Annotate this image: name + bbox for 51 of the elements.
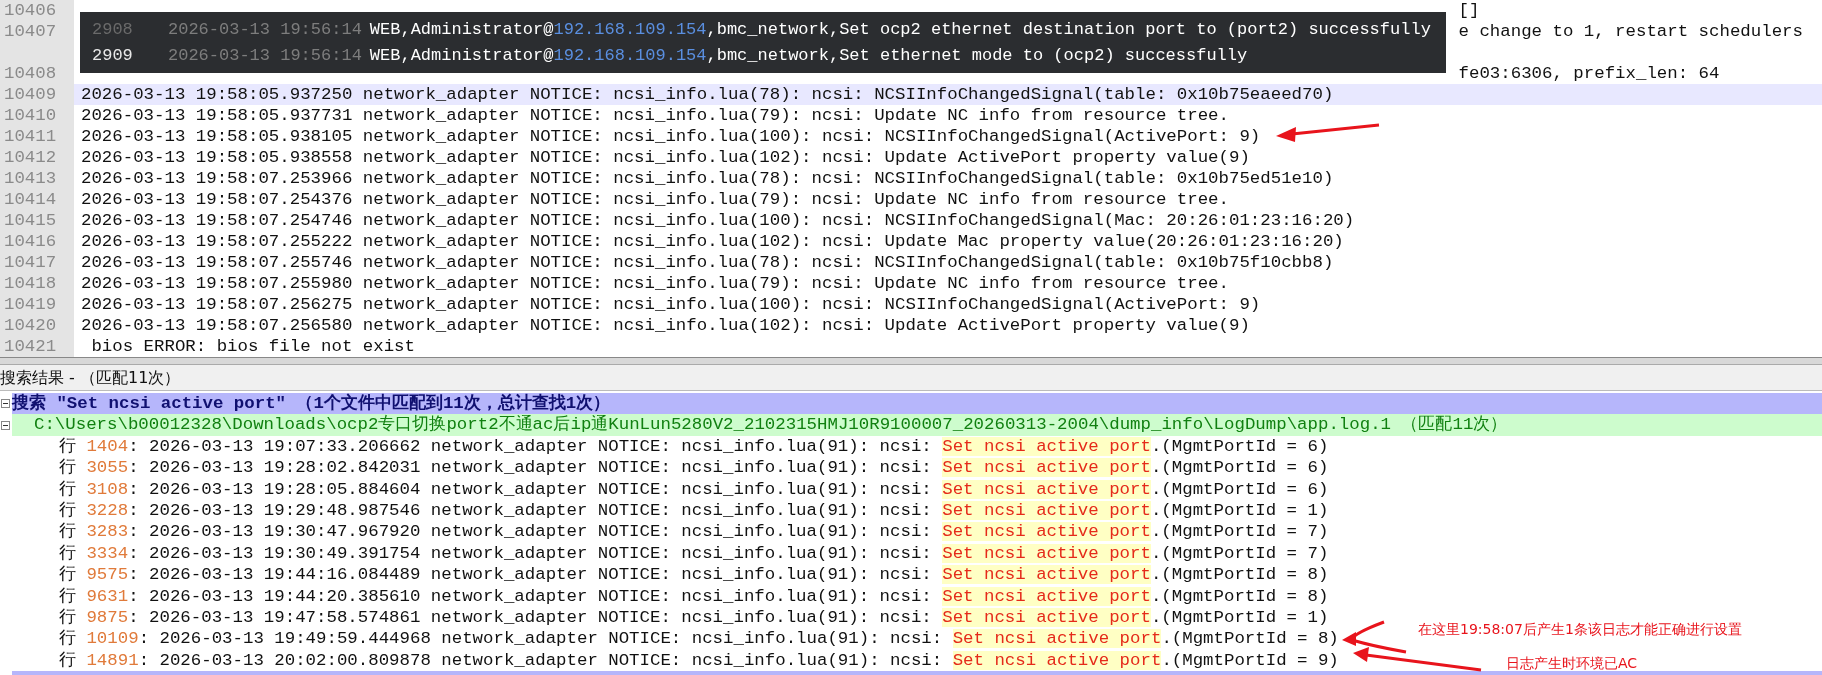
search-result-row[interactable]: 行 3283: 2026-03-13 19:30:47.967920 network_adapter NOTICE: ncsi_info.lua(91): ncsi: Set ncsi active port.(MgmtPortId = 7) [0, 521, 1822, 543]
timestamp: 2026-03-13 19:56:14 [168, 19, 362, 41]
log-line: fe03:6306, prefix_len: 64 [1458, 63, 1720, 84]
search-result-row[interactable]: 行 3108: 2026-03-13 19:28:05.884604 network_adapter NOTICE: ncsi_info.lua(91): ncsi: Set ncsi active port.(MgmtPortId = 6) [0, 478, 1822, 500]
log-line: 2026-03-13 19:58:05.937250 network_adapter NOTICE: ncsi_info.lua(78): ncsi: NCSIInfoChangedSignal(table: 0x10b75eaeed70) [81, 84, 1334, 105]
line-number: 10419 [0, 294, 74, 315]
line-number: 10410 [0, 105, 74, 126]
log-line: [] [1458, 0, 1480, 21]
line-number: 10409 [0, 84, 74, 105]
collapse-icon[interactable] [1, 399, 10, 409]
log-message: WEB,Administrator@192.168.109.154,bmc_network,Set ocp2 ethernet destination port to (port2) successfully [369, 19, 1431, 41]
log-line: 2026-03-13 19:58:07.254746 network_adapter NOTICE: ncsi_info.lua(100): ncsi: NCSIInfoChangedSignal(Mac: 20:26:01:23:16:20) [81, 210, 1355, 231]
log-line: 2026-03-13 19:58:05.938558 network_adapter NOTICE: ncsi_info.lua(102): ncsi: Update ActivePort property value(9) [81, 147, 1250, 168]
line-number: 2908 [92, 19, 134, 41]
annotation-text: 在这里19:58:07后产生1条该日志才能正确进行设置 [1418, 621, 1742, 639]
panel-title: 搜索结果 - （匹配11次） [0, 365, 1822, 391]
collapse-icon[interactable] [1, 420, 10, 430]
log-message: WEB,Administrator@192.168.109.154,bmc_network,Set ethernet mode to (ocp2) successfully [369, 45, 1248, 67]
log-line: 2026-03-13 19:58:07.255222 network_adapter NOTICE: ncsi_info.lua(102): ncsi: Update Mac property value(20:26:01:23:16:20) [81, 231, 1344, 252]
search-result-row[interactable]: 行 3055: 2026-03-13 19:28:02.842031 network_adapter NOTICE: ncsi_info.lua(91): ncsi: Set ncsi active port.(MgmtPortId = 6) [0, 457, 1822, 479]
log-line: 2026-03-13 19:58:07.253966 network_adapter NOTICE: ncsi_info.lua(78): ncsi: NCSIInfoChangedSignal(table: 0x10b75ed51e10) [81, 168, 1334, 189]
log-line: e change to 1, restart schedulers [1458, 21, 1803, 42]
log-line: bios ERROR: bios file not exist [90, 336, 415, 357]
search-result-row[interactable]: 行 9575: 2026-03-13 19:44:16.084489 network_adapter NOTICE: ncsi_info.lua(91): ncsi: Set ncsi active port.(MgmtPortId = 8) [0, 564, 1822, 586]
log-line: 2026-03-13 19:58:05.938105 network_adapter NOTICE: ncsi_info.lua(100): ncsi: NCSIInfoChangedSignal(ActivePort: 9) [81, 126, 1261, 147]
line-number: 10406 [0, 0, 74, 21]
search-result-row[interactable]: 行 9631: 2026-03-13 19:44:20.385610 network_adapter NOTICE: ncsi_info.lua(91): ncsi: Set ncsi active port.(MgmtPortId = 8) [0, 585, 1822, 607]
line-number: 10411 [0, 126, 74, 147]
line-number: 10417 [0, 252, 74, 273]
search-result-row[interactable]: 行 1404: 2026-03-13 19:07:33.206662 network_adapter NOTICE: ncsi_info.lua(91): ncsi: Set ncsi active port.(MgmtPortId = 6) [0, 435, 1822, 458]
search-result-row[interactable]: 行 3228: 2026-03-13 19:29:48.987546 network_adapter NOTICE: ncsi_info.lua(91): ncsi: Set ncsi active port.(MgmtPortId = 1) [0, 499, 1822, 522]
line-number: 10415 [0, 210, 74, 231]
line-number: 2909 [92, 45, 134, 67]
timestamp: 2026-03-13 19:56:14 [168, 45, 362, 67]
log-line: 2026-03-13 19:58:07.255746 network_adapter NOTICE: ncsi_info.lua(78): ncsi: NCSIInfoChangedSignal(table: 0x10b75f10cbb8) [81, 252, 1334, 273]
line-number: 10420 [0, 315, 74, 336]
line-number: 10416 [0, 231, 74, 252]
log-line: 2026-03-13 19:58:05.937731 network_adapter NOTICE: ncsi_info.lua(79): ncsi: Update NC info from resource tree. [81, 105, 1229, 126]
log-line: 2026-03-13 19:58:07.254376 network_adapter NOTICE: ncsi_info.lua(79): ncsi: Update NC info from resource tree. [81, 189, 1229, 210]
annotation-text: 日志产生时环境已AC [1506, 655, 1638, 673]
line-number: 10408 [0, 63, 74, 84]
line-number: 10412 [0, 147, 74, 168]
line-number: 10413 [0, 168, 74, 189]
log-line: 2026-03-13 19:58:07.256580 network_adapter NOTICE: ncsi_info.lua(102): ncsi: Update ActivePort property value(9) [81, 315, 1250, 336]
line-number: 10414 [0, 189, 74, 210]
line-number: 10407 [0, 21, 74, 63]
log-line: 2026-03-13 19:58:07.256275 network_adapter NOTICE: ncsi_info.lua(100): ncsi: NCSIInfoChangedSignal(ActivePort: 9) [81, 294, 1261, 315]
line-number: 10421 [0, 336, 74, 357]
log-line: 2026-03-13 19:58:07.255980 network_adapter NOTICE: ncsi_info.lua(79): ncsi: Update NC info from resource tree. [81, 273, 1229, 294]
search-result-row[interactable]: 行 3334: 2026-03-13 19:30:49.391754 network_adapter NOTICE: ncsi_info.lua(91): ncsi: Set ncsi active port.(MgmtPortId = 7) [0, 542, 1822, 565]
line-number: 10418 [0, 273, 74, 294]
